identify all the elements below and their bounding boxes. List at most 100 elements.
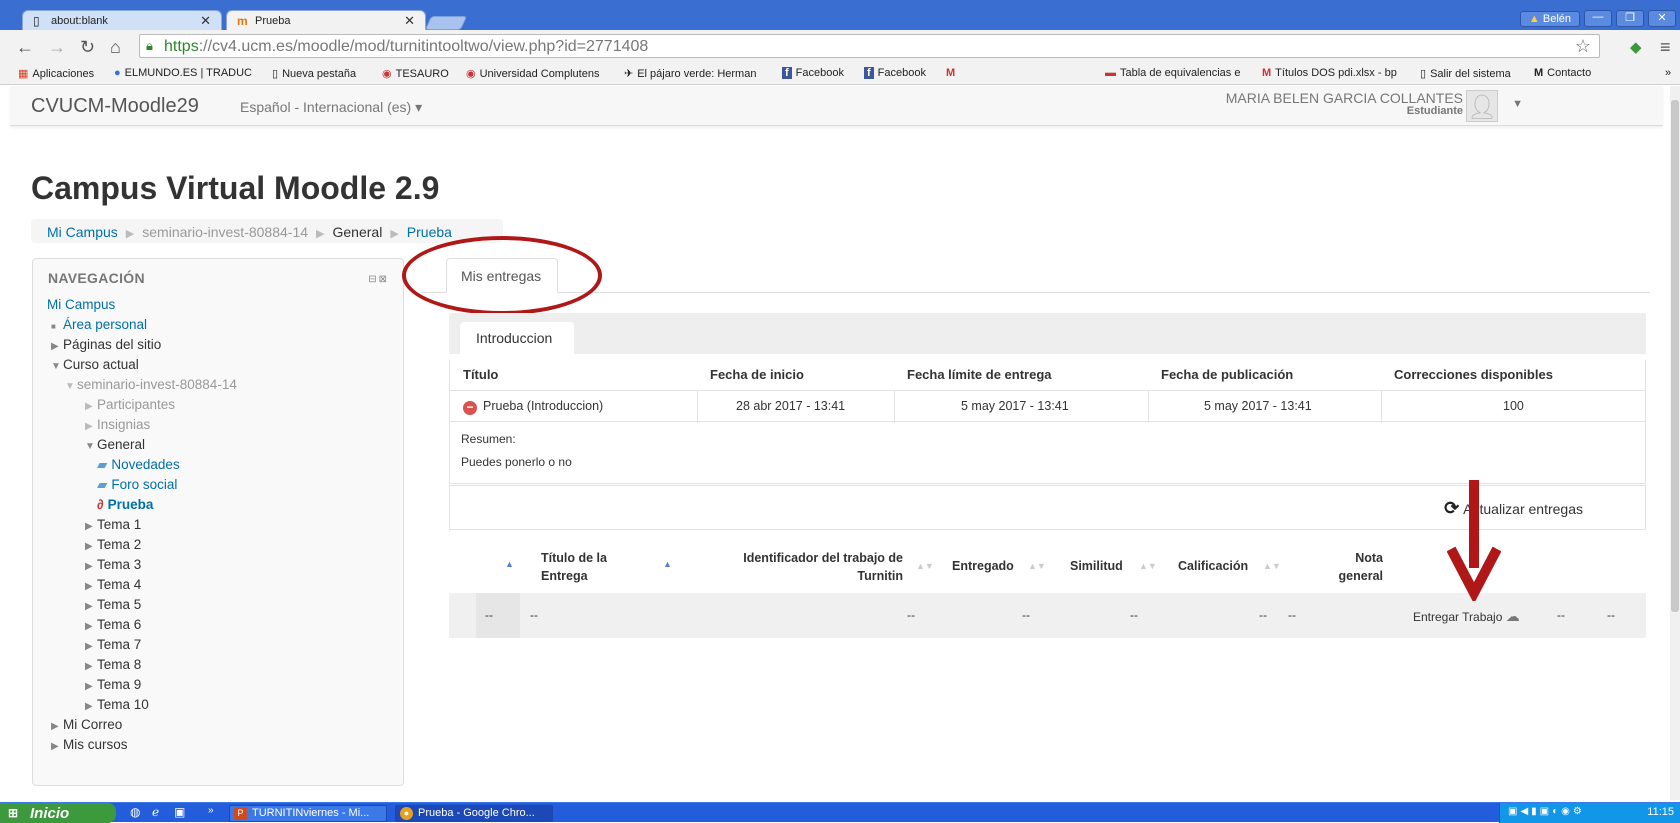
nav-mi-campus[interactable]: Mi Campus: [47, 297, 115, 312]
nav-paginas-sitio[interactable]: ▶ Páginas del sitio: [51, 337, 161, 352]
column-header-entregado[interactable]: Entregado: [952, 557, 1014, 575]
marks-cell: 100: [1503, 399, 1524, 413]
sort-asc-icon[interactable]: ▲: [663, 555, 672, 573]
sort-icon[interactable]: ▲▼: [1263, 557, 1281, 575]
avatar[interactable]: 👤︎: [1466, 90, 1498, 122]
menu-icon[interactable]: ≡: [1660, 37, 1671, 58]
breadcrumb-item[interactable]: seminario-invest-80884-14: [142, 224, 308, 240]
ie-icon[interactable]: ℯ: [152, 805, 159, 819]
bookmark-item[interactable]: ● ELMUNDO.ES | TRADUC: [114, 67, 252, 79]
more-icon[interactable]: »: [208, 805, 214, 816]
refresh-submissions-link[interactable]: ⟳ Actualizar entregas: [1444, 498, 1583, 519]
more-bookmarks-icon[interactable]: »: [1665, 67, 1671, 79]
nav-insignias[interactable]: ▶ Insignias: [85, 417, 150, 432]
language-menu[interactable]: Español - Internacional (es) ▾: [240, 99, 422, 116]
column-header-identificador[interactable]: Identificador del trabajo de Turnitin: [713, 549, 903, 585]
bookmark-item[interactable]: ▯ Nueva pestaña: [272, 67, 356, 80]
site-brand[interactable]: CVUCM-Moodle29: [31, 95, 199, 118]
nav-mi-correo[interactable]: ▶ Mi Correo: [51, 717, 122, 732]
bookmark-item[interactable]: f Facebook: [782, 67, 844, 79]
nav-foro-social[interactable]: ▰ Foro social: [97, 477, 177, 493]
reload-icon[interactable]: ↻: [80, 37, 95, 58]
star-icon[interactable]: ☆: [1575, 36, 1591, 57]
breadcrumb-item[interactable]: Mi Campus: [47, 224, 118, 240]
ucm-icon: ◉: [382, 68, 392, 80]
bookmark-item[interactable]: f Facebook: [864, 67, 926, 79]
sort-icon[interactable]: ▲▼: [916, 557, 934, 575]
quicklaunch-icon[interactable]: ◍: [130, 805, 140, 819]
block-controls-icon[interactable]: ⊟⊠: [368, 274, 389, 285]
close-window-button[interactable]: ✕: [1648, 10, 1676, 27]
folder-icon[interactable]: ▣: [174, 805, 185, 819]
browser-tab-about-blank[interactable]: ▯ about:blank ✕: [22, 10, 222, 30]
grade-cell: --: [1259, 608, 1267, 622]
bookmark-item[interactable]: ▬ Tabla de equivalencias e: [1105, 67, 1240, 79]
nav-label: Tema 7: [97, 637, 142, 652]
bookmark-item[interactable]: M Títulos DOS pdi.xlsx - bp: [1262, 67, 1397, 79]
home-icon[interactable]: ⌂: [110, 37, 121, 58]
column-header-similitud[interactable]: Similitud: [1070, 557, 1123, 575]
nav-general[interactable]: ▼ General: [85, 437, 145, 452]
nav-tema[interactable]: ▶ Tema 6: [85, 617, 141, 632]
bookmark-item[interactable]: ◉ TESAURO: [382, 67, 449, 80]
minimize-button[interactable]: —: [1584, 10, 1612, 27]
nav-mis-cursos[interactable]: ▶ Mis cursos: [51, 737, 128, 752]
breadcrumb-item[interactable]: General: [333, 224, 383, 240]
bookmark-apps[interactable]: ▦ Aplicaciones: [18, 67, 94, 80]
column-header: Fecha de publicación: [1161, 367, 1294, 382]
bookmark-label: El pájaro verde: Herman: [637, 68, 757, 80]
profile-button[interactable]: ▲ Belén: [1519, 10, 1580, 27]
nav-participantes[interactable]: ▶ Participantes: [85, 397, 175, 412]
tab-introduccion[interactable]: Introduccion: [460, 322, 574, 354]
bookmark-item[interactable]: M Contacto: [1534, 67, 1591, 79]
nav-label: Tema 8: [97, 657, 142, 672]
nav-area-personal[interactable]: ■ Área personal: [51, 317, 147, 332]
maximize-button[interactable]: ❐: [1616, 10, 1644, 27]
cloud-upload-icon: ☁: [1505, 608, 1520, 624]
close-icon[interactable]: ✕: [404, 13, 415, 29]
column-header-nota[interactable]: Nota general: [1311, 549, 1383, 585]
submit-paper-link[interactable]: Entregar Trabajo ☁: [1413, 608, 1520, 625]
scrollbar-thumb[interactable]: [1671, 100, 1679, 612]
nav-tema[interactable]: ▶ Tema 9: [85, 677, 141, 692]
nav-tema[interactable]: ▶ Tema 2: [85, 537, 141, 552]
browser-tab-prueba[interactable]: m Prueba ✕: [226, 10, 426, 30]
taskbar-item-chrome[interactable]: ● Prueba - Google Chro...: [395, 805, 553, 822]
gmail-icon[interactable]: M: [946, 67, 955, 79]
nav-tema[interactable]: ▶ Tema 5: [85, 597, 141, 612]
new-tab-button[interactable]: [424, 16, 468, 30]
nav-tema[interactable]: ▶ Tema 8: [85, 657, 141, 672]
nav-novedades[interactable]: ▰ Novedades: [97, 457, 180, 473]
nav-course[interactable]: ▼ seminario-invest-80884-14: [65, 377, 237, 392]
row-cell: --: [485, 608, 493, 622]
taskbar-item-powerpoint[interactable]: P TURNITINviernes - Mi...: [229, 805, 387, 822]
address-bar[interactable]: 🔒︎ https://cv4.ucm.es/moodle/mod/turniti…: [139, 34, 1600, 58]
expand-icon: ▶: [85, 561, 93, 572]
sort-icon[interactable]: ▲▼: [1028, 557, 1046, 575]
tray-icons[interactable]: ▣◀▮▣◐◉⚙: [1508, 806, 1585, 817]
annotation-ellipse: [402, 236, 602, 315]
back-icon[interactable]: ←: [16, 37, 34, 58]
nav-prueba[interactable]: ∂ Prueba: [97, 497, 153, 512]
bookmark-item[interactable]: ✈ El pájaro verde: Herman: [624, 67, 756, 80]
forward-icon[interactable]: →: [48, 37, 66, 58]
sort-asc-icon[interactable]: ▲: [505, 555, 514, 573]
chevron-down-icon[interactable]: ▼: [1512, 98, 1523, 110]
start-button[interactable]: ⊞ Inicio: [0, 803, 116, 823]
column-header-calificacion[interactable]: Calificación: [1178, 557, 1248, 575]
column-header-titulo[interactable]: Título de la Entrega: [541, 549, 631, 585]
close-icon[interactable]: ✕: [200, 13, 211, 29]
nav-tema[interactable]: ▶ Tema 4: [85, 577, 141, 592]
nav-curso-actual[interactable]: ▼ Curso actual: [51, 357, 139, 372]
breadcrumb-item[interactable]: Prueba: [407, 224, 452, 240]
extension-icon[interactable]: ◆: [1630, 38, 1642, 56]
bookmark-label: Universidad Complutens: [479, 68, 600, 80]
sort-icon[interactable]: ▲▼: [1139, 557, 1157, 575]
nav-tema[interactable]: ▶ Tema 1: [85, 517, 141, 532]
bookmark-item[interactable]: ◉ Universidad Complutens: [466, 67, 599, 80]
nav-tema[interactable]: ▶ Tema 7: [85, 637, 141, 652]
bookmark-item[interactable]: ▯ Salir del sistema: [1420, 67, 1511, 80]
nav-tema[interactable]: ▶ Tema 10: [85, 697, 149, 712]
user-menu[interactable]: MARIA BELEN GARCIA COLLANTES Estudiante: [1226, 91, 1463, 118]
nav-tema[interactable]: ▶ Tema 3: [85, 557, 141, 572]
